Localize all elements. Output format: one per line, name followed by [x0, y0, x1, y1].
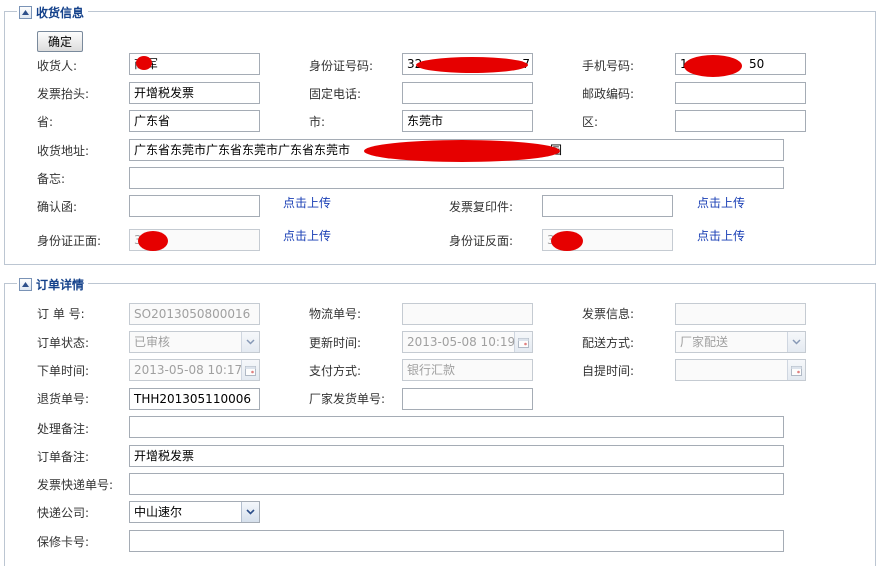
- update-time-label: 更新时间:: [309, 336, 362, 350]
- remark-input[interactable]: [129, 167, 784, 189]
- confirm-button[interactable]: 确定: [37, 31, 83, 52]
- upload-link-id-front[interactable]: 点击上传: [283, 228, 331, 244]
- invoice-copy-input[interactable]: [542, 195, 673, 217]
- upload-link-invoice-copy[interactable]: 点击上传: [697, 195, 745, 211]
- province-input[interactable]: 广东省: [129, 110, 260, 132]
- order-time-input[interactable]: 2013-05-08 10:17: [129, 359, 260, 381]
- return-no-label: 退货单号:: [37, 392, 90, 406]
- redaction-mark: [136, 56, 152, 70]
- payment-method-label: 支付方式:: [309, 364, 362, 378]
- district-label: 区:: [582, 115, 599, 129]
- update-time-input[interactable]: 2013-05-08 10:19: [402, 331, 533, 353]
- warranty-card-input[interactable]: [129, 530, 784, 552]
- postcode-input[interactable]: [675, 82, 806, 104]
- upload-link-id-back[interactable]: 点击上传: [697, 228, 745, 244]
- province-label: 省:: [37, 115, 54, 129]
- order-no-input[interactable]: SO2013050800016: [129, 303, 260, 325]
- city-label: 市:: [309, 115, 326, 129]
- factory-ship-no-label: 厂家发货单号:: [309, 392, 386, 406]
- order-details-legend: 订单详情: [17, 276, 89, 292]
- logistics-no-label: 物流单号:: [309, 307, 362, 321]
- order-time-label: 下单时间:: [37, 364, 90, 378]
- id-number-label: 身份证号码:: [309, 59, 374, 73]
- order-status-label: 订单状态:: [37, 336, 90, 350]
- factory-ship-no-input[interactable]: [402, 388, 533, 410]
- chevron-down-icon[interactable]: [241, 502, 259, 522]
- delivery-method-select[interactable]: 厂家配送: [675, 331, 806, 353]
- postcode-label: 邮政编码:: [582, 87, 635, 101]
- pickup-time-label: 自提时间:: [582, 364, 635, 378]
- calendar-icon[interactable]: [241, 360, 259, 380]
- collapse-toggle-icon[interactable]: [19, 5, 32, 19]
- order-status-select[interactable]: 已审核: [129, 331, 260, 353]
- receiver-label: 收货人:: [37, 59, 78, 73]
- express-company-select[interactable]: 中山速尔: [129, 501, 260, 523]
- order-no-label: 订 单 号:: [37, 307, 85, 321]
- id-back-label: 身份证反面:: [449, 234, 514, 248]
- invoice-express-no-label: 发票快递单号:: [37, 478, 114, 492]
- chevron-down-icon[interactable]: [241, 332, 259, 352]
- shipping-info-legend: 收货信息: [17, 4, 89, 20]
- process-remark-input[interactable]: [129, 416, 784, 438]
- collapse-toggle-icon[interactable]: [19, 277, 32, 291]
- pickup-time-input[interactable]: [675, 359, 806, 381]
- city-input[interactable]: 东莞市: [402, 110, 533, 132]
- return-no-input[interactable]: THH201305110006: [129, 388, 260, 410]
- address-label: 收货地址:: [37, 144, 90, 158]
- process-remark-label: 处理备注:: [37, 422, 90, 436]
- district-input[interactable]: [675, 110, 806, 132]
- order-remark-label: 订单备注:: [37, 450, 90, 464]
- redaction-mark: [138, 231, 168, 251]
- id-front-label: 身份证正面:: [37, 234, 102, 248]
- logistics-no-input[interactable]: [402, 303, 533, 325]
- invoice-info-label: 发票信息:: [582, 307, 635, 321]
- warranty-card-label: 保修卡号:: [37, 535, 90, 549]
- upload-link-confirm-letter[interactable]: 点击上传: [283, 195, 331, 211]
- invoice-title-label: 发票抬头:: [37, 87, 90, 101]
- phone-label: 固定电话:: [309, 87, 362, 101]
- order-details-title: 订单详情: [36, 277, 85, 292]
- invoice-title-input[interactable]: 开增税发票: [129, 82, 260, 104]
- redaction-mark: [684, 55, 742, 77]
- shipping-info-fieldset: 收货信息: [4, 4, 876, 265]
- order-remark-input[interactable]: 开增税发票: [129, 445, 784, 467]
- calendar-icon[interactable]: [514, 332, 532, 352]
- invoice-info-input[interactable]: [675, 303, 806, 325]
- phone-input[interactable]: [402, 82, 533, 104]
- mobile-label: 手机号码:: [582, 59, 635, 73]
- payment-method-input[interactable]: 银行汇款: [402, 359, 533, 381]
- confirm-letter-label: 确认函:: [37, 200, 78, 214]
- redaction-mark: [551, 231, 583, 251]
- shipping-info-title: 收货信息: [36, 5, 85, 20]
- invoice-express-no-input[interactable]: [129, 473, 784, 495]
- chevron-down-icon[interactable]: [787, 332, 805, 352]
- delivery-method-label: 配送方式:: [582, 336, 635, 350]
- redaction-mark: [364, 140, 560, 162]
- invoice-copy-label: 发票复印件:: [449, 200, 514, 214]
- confirm-letter-input[interactable]: [129, 195, 260, 217]
- calendar-icon[interactable]: [787, 360, 805, 380]
- express-company-label: 快递公司:: [37, 506, 90, 520]
- redaction-mark: [416, 57, 528, 73]
- remark-label: 备忘:: [37, 172, 66, 186]
